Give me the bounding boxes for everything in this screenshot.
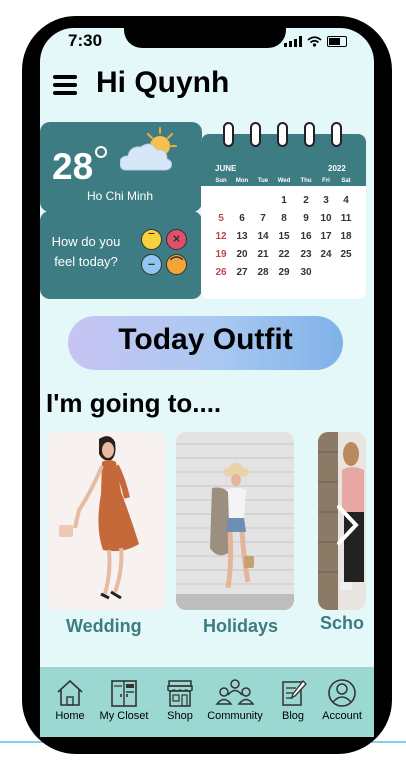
nav-label-shop: Shop	[167, 710, 193, 722]
shop-icon	[167, 680, 193, 707]
happy-face-icon[interactable]: ‾	[141, 229, 162, 250]
nav-account[interactable]: Account	[312, 678, 372, 722]
calendar-day[interactable]: 11	[336, 213, 356, 224]
holidays-photo	[176, 432, 294, 610]
calendar-day[interactable]: 13	[232, 231, 252, 242]
nav-home[interactable]: Home	[40, 678, 100, 722]
calendar-day[interactable]: 8	[274, 213, 294, 224]
section-title: I'm going to....	[46, 388, 222, 418]
menu-icon[interactable]	[53, 75, 77, 95]
calendar-day[interactable]: 4	[336, 195, 356, 206]
calendar-day[interactable]: 15	[274, 231, 294, 242]
calendar-weekday: Sun	[215, 178, 227, 184]
community-icon	[215, 679, 255, 705]
nav-label-my-closet: My Closet	[99, 710, 149, 722]
temperature: 28	[52, 146, 94, 187]
calendar-weekday: Tue	[257, 178, 269, 184]
calendar-weekday: Mon	[235, 178, 249, 184]
occasion-card-holidays[interactable]	[176, 432, 294, 610]
calendar-day[interactable]: 1	[274, 195, 294, 206]
card-label-school: Scho	[320, 613, 365, 633]
closet-icon	[111, 680, 137, 707]
calendar-day[interactable]: 19	[211, 249, 231, 260]
calendar-ring	[304, 122, 315, 147]
calendar-ring	[250, 122, 261, 147]
calendar-ring	[277, 122, 288, 147]
calendar-day[interactable]: 3	[316, 195, 336, 206]
status-icons	[284, 36, 347, 47]
calendar-day[interactable]: 12	[211, 231, 231, 242]
nav-my-closet[interactable]: My Closet	[94, 678, 154, 722]
neutral-face-icon[interactable]: –	[141, 254, 162, 275]
calendar-ring	[223, 122, 234, 147]
nav-community[interactable]: Community	[205, 678, 265, 722]
calendar-weekday: Fri	[322, 178, 330, 184]
calendar-day[interactable]: 7	[253, 213, 273, 224]
weather-city: Ho Chi Minh	[86, 189, 154, 203]
status-time: 7:30	[68, 31, 103, 50]
account-icon	[328, 679, 356, 707]
calendar-ring	[331, 122, 342, 147]
sad-face-icon[interactable]: ⌒	[166, 254, 187, 275]
phone-notch	[124, 28, 286, 48]
calendar-day[interactable]: 20	[232, 249, 252, 260]
calendar-day[interactable]: 24	[316, 249, 336, 260]
nav-label-account: Account	[322, 710, 362, 722]
card-label-holidays: Holidays	[203, 616, 279, 636]
calendar-day[interactable]: 22	[274, 249, 294, 260]
nav-label-home: Home	[55, 710, 85, 722]
angry-face-icon[interactable]: ×	[166, 229, 187, 250]
calendar-day[interactable]: 30	[296, 267, 316, 278]
home-icon	[57, 679, 83, 706]
calendar-weekday: Sat	[341, 178, 351, 184]
card-label-wedding: Wedding	[66, 616, 142, 636]
calendar-day[interactable]: 21	[253, 249, 273, 260]
calendar-day[interactable]: 14	[253, 231, 273, 242]
wifi-icon	[307, 36, 322, 47]
calendar-day[interactable]: 25	[336, 249, 356, 260]
calendar-day[interactable]: 16	[296, 231, 316, 242]
calendar-day[interactable]: 18	[336, 231, 356, 242]
calendar-day[interactable]: 26	[211, 267, 231, 278]
calendar-day[interactable]: 23	[296, 249, 316, 260]
mood-prompt: How do you feel today?	[51, 234, 121, 269]
calendar-day[interactable]: 28	[253, 267, 273, 278]
greeting-title: Hi Quynh	[96, 66, 230, 99]
battery-icon	[327, 36, 347, 47]
calendar-day[interactable]: 5	[211, 213, 231, 224]
nav-label-community: Community	[207, 710, 263, 722]
calendar-weekday: Wed	[277, 178, 291, 184]
partly-cloudy-icon	[120, 127, 177, 171]
calendar-day[interactable]: 29	[274, 267, 294, 278]
calendar-day[interactable]: 17	[316, 231, 336, 242]
today-outfit-label: Today Outfit	[118, 323, 293, 356]
signal-icon	[284, 36, 302, 47]
calendar-day[interactable]: 9	[296, 213, 316, 224]
calendar-day[interactable]: 2	[296, 195, 316, 206]
calendar-day[interactable]: 27	[232, 267, 252, 278]
calendar-day[interactable]: 6	[232, 213, 252, 224]
calendar-day[interactable]: 10	[316, 213, 336, 224]
occasion-card-wedding[interactable]	[47, 432, 166, 610]
calendar-year: 2022	[328, 164, 346, 173]
degree-symbol	[95, 146, 107, 158]
nav-shop[interactable]: Shop	[150, 678, 210, 722]
blog-icon	[282, 680, 307, 706]
calendar-month: JUNE	[215, 164, 237, 173]
calendar-weekday: Thu	[300, 178, 312, 184]
chevron-right-icon[interactable]	[334, 503, 360, 547]
wedding-photo	[59, 436, 139, 600]
